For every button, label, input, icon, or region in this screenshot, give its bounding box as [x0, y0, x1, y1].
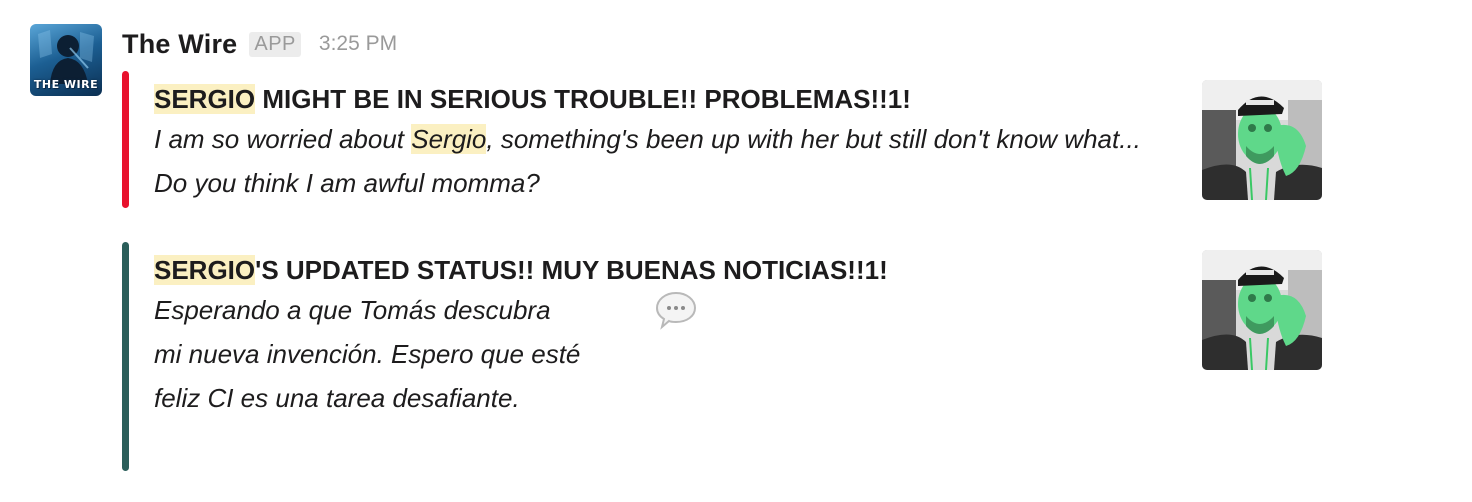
attachment-text: I am so worried about Sergio, something'… — [154, 117, 1154, 205]
highlight-keyword: Sergio — [411, 124, 487, 154]
attachment-text-before: I am so worried about — [154, 124, 412, 154]
app-badge: APP — [249, 31, 301, 57]
attachment-title-text: 'S UPDATED STATUS!! MUY BUENAS NOTICIAS!… — [255, 255, 888, 285]
message-timestamp[interactable]: 3:25 PM — [319, 32, 397, 56]
person-photo-icon — [1202, 250, 1322, 370]
app-avatar[interactable]: THE WIRE — [30, 24, 102, 96]
sender-name[interactable]: The Wire — [122, 29, 237, 60]
message-header: The Wire APP 3:25 PM — [122, 26, 397, 62]
attachment-trouble: SERGIO MIGHT BE IN SERIOUS TROUBLE!! PRO… — [122, 71, 1154, 208]
attachment-content: SERGIO MIGHT BE IN SERIOUS TROUBLE!! PRO… — [154, 71, 1154, 208]
person-photo-icon — [1202, 80, 1322, 200]
attachment-color-bar — [122, 242, 129, 471]
person-photo-thumbnail[interactable] — [1202, 80, 1322, 200]
highlight-keyword: SERGIO — [154, 255, 256, 285]
highlight-keyword: SERGIO — [154, 84, 256, 114]
avatar-label: THE WIRE — [33, 78, 99, 91]
person-photo-thumbnail[interactable] — [1202, 250, 1322, 370]
attachment-title: SERGIO'S UPDATED STATUS!! MUY BUENAS NOT… — [154, 252, 888, 288]
speech-balloon-icon — [655, 291, 697, 330]
attachment-content: SERGIO'S UPDATED STATUS!! MUY BUENAS NOT… — [154, 242, 888, 471]
attachment-status: SERGIO'S UPDATED STATUS!! MUY BUENAS NOT… — [122, 242, 888, 471]
attachment-title-text: MIGHT BE IN SERIOUS TROUBLE!! PROBLEMAS!… — [255, 84, 911, 114]
attachment-text: Esperando a que Tomás descubra mi nueva … — [154, 295, 581, 413]
attachment-title: SERGIO MIGHT BE IN SERIOUS TROUBLE!! PRO… — [154, 81, 1154, 117]
attachment-color-bar — [122, 71, 129, 208]
